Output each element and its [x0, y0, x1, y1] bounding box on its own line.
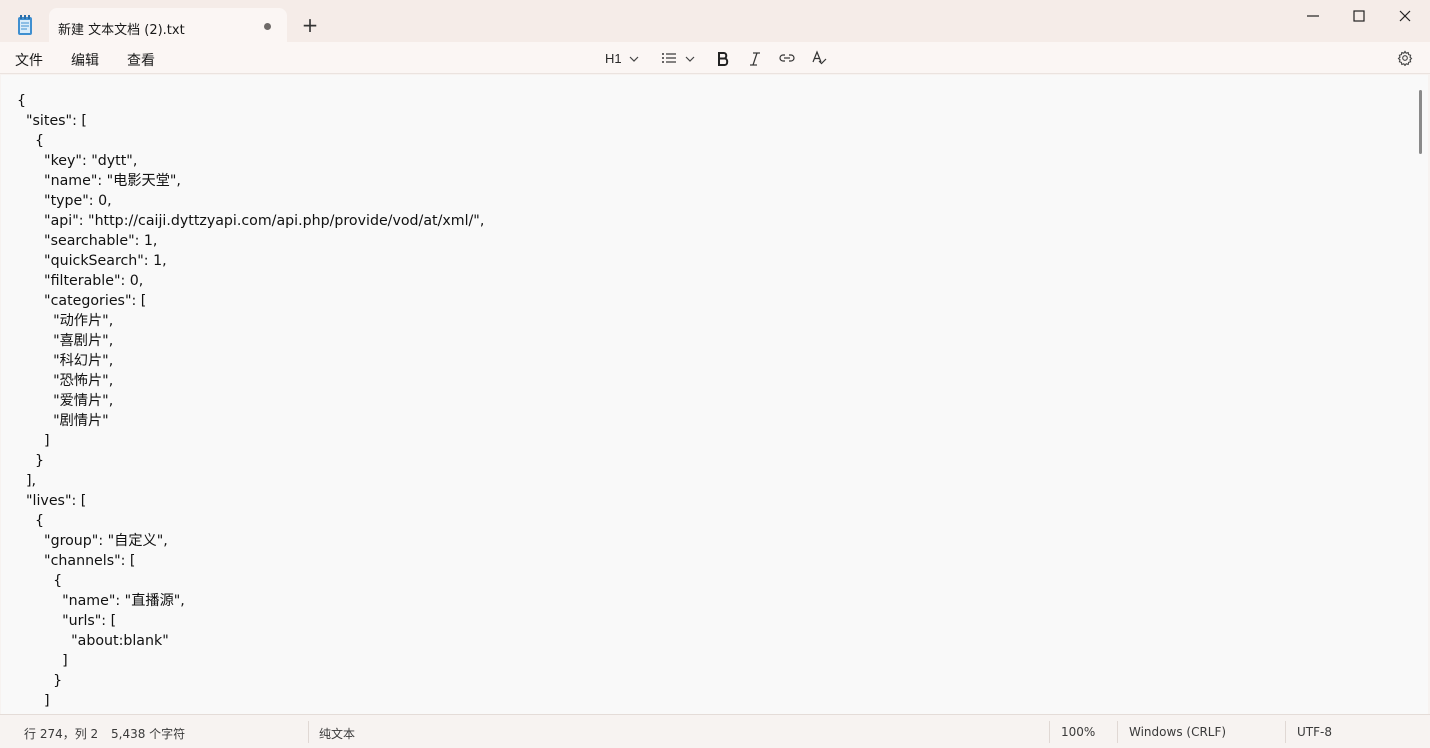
editor-line: "urls": [ [17, 613, 117, 629]
bulleted-list-icon [662, 53, 676, 63]
editor-line: "api": "http://caiji.dyttzyapi.com/api.p… [17, 213, 485, 229]
status-divider [308, 721, 309, 743]
editor-content[interactable]: { "sites": [ { "key": "dytt", "name": "电… [17, 91, 484, 711]
editor-line: "爱情片", [17, 393, 114, 409]
maximize-icon [1353, 10, 1365, 22]
editor-line: "searchable": 1, [17, 233, 158, 249]
unsaved-dot-icon[interactable] [264, 23, 271, 30]
status-divider [1285, 721, 1286, 743]
zoom-level[interactable]: 100% [1061, 725, 1095, 739]
italic-icon [750, 52, 760, 66]
editor-line: { [17, 133, 45, 149]
character-count: 5,438 个字符 [111, 727, 186, 741]
editor-line: } [17, 453, 45, 469]
title-bar: 新建 文本文档 (2).txt + [0, 0, 1430, 42]
maximize-button[interactable] [1336, 3, 1382, 29]
editor-line: "quickSearch": 1, [17, 253, 167, 269]
editor-line: "categories": [ [17, 293, 147, 309]
line-ending[interactable]: Windows (CRLF) [1129, 725, 1226, 739]
editor-line: { [17, 573, 63, 589]
editor-line: ] [17, 653, 68, 669]
text-format[interactable]: 纯文本 [319, 725, 355, 742]
settings-button[interactable] [1397, 49, 1415, 69]
text-editor[interactable]: { "sites": [ { "key": "dytt", "name": "电… [1, 75, 1428, 714]
status-bar: 行 274，列 2 5,438 个字符 纯文本 100% Windows (CR… [0, 714, 1430, 748]
link-button[interactable] [778, 49, 796, 69]
editor-line: "动作片", [17, 313, 114, 329]
close-icon [1399, 10, 1411, 22]
close-button[interactable] [1382, 3, 1428, 29]
cursor-position: 行 274，列 2 [24, 727, 99, 741]
editor-line: "科幻片", [17, 353, 114, 369]
chevron-down-icon [685, 56, 695, 62]
editor-line: ], [17, 473, 37, 489]
clear-formatting-button[interactable] [810, 49, 828, 69]
menu-edit[interactable]: 编辑 [71, 50, 99, 70]
menu-file[interactable]: 文件 [15, 50, 43, 70]
menu-view[interactable]: 查看 [127, 50, 155, 70]
status-divider [1049, 721, 1050, 743]
vertical-scrollbar-thumb[interactable] [1419, 90, 1422, 154]
editor-line: "sites": [ [17, 113, 87, 129]
link-icon [779, 54, 795, 62]
editor-line: "type": 0, [17, 193, 112, 209]
editor-line: { [17, 513, 45, 529]
editor-line: "lives": [ [17, 493, 87, 509]
editor-line: "name": "直播源", [17, 593, 185, 609]
menu-bar: 文件 编辑 查看 H1 [0, 42, 1430, 74]
minimize-icon [1307, 15, 1319, 17]
editor-line: "剧情片" [17, 413, 109, 429]
notepad-app-icon [18, 15, 32, 35]
editor-line: "name": "电影天堂", [17, 173, 181, 189]
encoding[interactable]: UTF-8 [1297, 725, 1332, 739]
heading-dropdown[interactable]: H1 [605, 49, 641, 69]
tab-title: 新建 文本文档 (2).txt [58, 23, 185, 38]
editor-line: "channels": [ [17, 553, 136, 569]
editor-line: "喜剧片", [17, 333, 114, 349]
italic-button[interactable] [746, 49, 764, 69]
clear-formatting-icon [812, 50, 827, 65]
bold-icon [718, 52, 729, 66]
new-tab-button[interactable]: + [298, 14, 322, 38]
chevron-down-icon [629, 56, 639, 62]
editor-line: } [17, 673, 63, 689]
bold-button[interactable] [714, 49, 732, 69]
document-tab[interactable]: 新建 文本文档 (2).txt [49, 8, 287, 42]
list-dropdown[interactable] [661, 49, 697, 69]
editor-line: { [17, 93, 27, 109]
editor-line: "恐怖片", [17, 373, 114, 389]
editor-line: ] [17, 433, 50, 449]
editor-line: "group": "自定义", [17, 533, 168, 549]
editor-line: ] [17, 693, 50, 709]
status-divider [1117, 721, 1118, 743]
heading-label: H1 [605, 51, 622, 66]
editor-line: "about:blank" [17, 633, 169, 649]
minimize-button[interactable] [1290, 3, 1336, 29]
gear-icon [1397, 50, 1413, 66]
editor-line: "key": "dytt", [17, 153, 138, 169]
editor-line: "filterable": 0, [17, 273, 144, 289]
